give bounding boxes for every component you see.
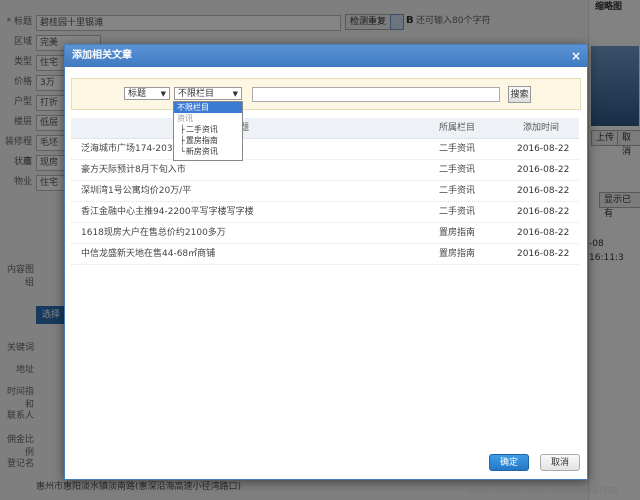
articles-table: 标题 所属栏目 添加时间 泛海城市广场174-203㎡二手资讯2016-08-2…	[71, 118, 579, 265]
table-row[interactable]: 1618现房大户在售总价约2100多万 置房指南 2016-08-22	[71, 223, 579, 244]
watermark: http://blog.csdn.net/u014617119	[468, 486, 618, 495]
row-date: 2016-08-22	[517, 207, 570, 217]
dialog-footer: 确定 取消	[65, 451, 587, 479]
table-body: 泛海城市广场174-203㎡ 二手资讯 2016-08-22 豪方天际预计8月下旬入市…	[71, 139, 579, 265]
row-title[interactable]: 1618现房大户在售总价约2100多万	[81, 223, 226, 243]
header-category: 所属栏目	[439, 123, 476, 133]
confirm-button[interactable]: 确定	[489, 454, 529, 471]
row-category: 置房指南	[439, 249, 476, 259]
add-related-article-dialog: 添加相关文章 × 标题 ▼ 不限栏目 ▼ 搜索 标题 所属栏目 添加时间 泛海城…	[64, 44, 588, 480]
row-title[interactable]: 中信龙盛新天地在售44-68㎡商铺	[81, 244, 215, 264]
row-date: 2016-08-22	[517, 144, 570, 154]
dropdown-option-label: 新房资讯	[185, 147, 218, 156]
chevron-down-icon: ▼	[160, 90, 166, 98]
row-title[interactable]: 豪方天际预计8月下旬入市	[81, 160, 186, 180]
tree-branch-icon: ├	[180, 136, 185, 145]
category-select-value: 不限栏目	[178, 89, 215, 99]
table-row[interactable]: 豪方天际预计8月下旬入市 二手资讯 2016-08-22	[71, 160, 579, 181]
dropdown-option[interactable]: 不限栏目	[174, 102, 242, 113]
row-category: 二手资讯	[439, 165, 476, 175]
dropdown-option[interactable]: ├二手资讯	[174, 124, 242, 135]
row-date: 2016-08-22	[517, 186, 570, 196]
row-title[interactable]: 泛海城市广场174-203㎡	[81, 139, 182, 159]
search-field-value: 标题	[128, 89, 147, 99]
close-icon[interactable]: ×	[571, 45, 581, 67]
table-row[interactable]: 中信龙盛新天地在售44-68㎡商铺 置房指南 2016-08-22	[71, 244, 579, 265]
row-category: 二手资讯	[439, 186, 476, 196]
search-field-select[interactable]: 标题 ▼	[124, 87, 170, 100]
dropdown-option-label: 置房指南	[185, 136, 218, 145]
row-date: 2016-08-22	[517, 228, 570, 238]
dropdown-option-label: 资讯	[177, 114, 193, 123]
category-dropdown-list[interactable]: 不限栏目 资讯 ├二手资讯 ├置房指南 └新房资讯	[173, 101, 243, 161]
row-title[interactable]: 深圳湾1号公寓均价20万/平	[81, 181, 191, 201]
category-select[interactable]: 不限栏目 ▼	[174, 87, 242, 100]
chevron-down-icon: ▼	[232, 90, 238, 98]
row-date: 2016-08-22	[517, 249, 570, 259]
row-category: 二手资讯	[439, 144, 476, 154]
row-title[interactable]: 香江金融中心主推94-2200平写字楼写字楼	[81, 202, 254, 222]
row-date: 2016-08-22	[517, 165, 570, 175]
dropdown-option[interactable]: ├置房指南	[174, 135, 242, 146]
table-header: 标题 所属栏目 添加时间	[71, 118, 579, 139]
keyword-input[interactable]	[252, 87, 500, 102]
search-button[interactable]: 搜索	[508, 86, 531, 103]
header-date: 添加时间	[523, 123, 560, 133]
tree-branch-icon: ├	[180, 125, 185, 134]
cancel-button[interactable]: 取消	[540, 454, 580, 471]
dropdown-option-label: 二手资讯	[185, 125, 218, 134]
row-category: 置房指南	[439, 228, 476, 238]
table-row[interactable]: 泛海城市广场174-203㎡ 二手资讯 2016-08-22	[71, 139, 579, 160]
dialog-title: 添加相关文章	[72, 50, 132, 61]
row-category: 二手资讯	[439, 207, 476, 217]
dropdown-option[interactable]: └新房资讯	[174, 146, 242, 157]
tree-branch-icon: └	[180, 147, 185, 156]
table-row[interactable]: 深圳湾1号公寓均价20万/平 二手资讯 2016-08-22	[71, 181, 579, 202]
dropdown-option: 资讯	[174, 113, 242, 124]
dialog-header: 添加相关文章 ×	[65, 45, 587, 67]
table-row[interactable]: 香江金融中心主推94-2200平写字楼写字楼 二手资讯 2016-08-22	[71, 202, 579, 223]
search-bar: 标题 ▼ 不限栏目 ▼ 搜索	[71, 78, 581, 110]
dropdown-option-label: 不限栏目	[177, 103, 209, 112]
